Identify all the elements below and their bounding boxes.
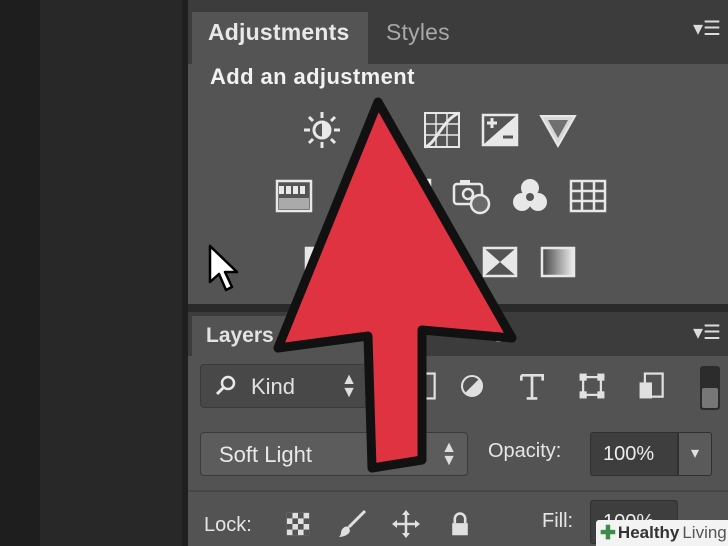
- add-adjustment-title: Add an adjustment: [210, 64, 415, 89]
- panel-separator: [188, 490, 728, 492]
- vibrance-icon[interactable]: [536, 108, 580, 152]
- opacity-input[interactable]: 100%: [590, 432, 678, 476]
- plus-icon: ✚: [600, 522, 616, 544]
- panel-menu-icon[interactable]: ▾☰: [690, 16, 724, 42]
- search-icon: [215, 375, 236, 396]
- opacity-dropdown-button[interactable]: ▾: [678, 432, 712, 476]
- watermark-brand-light: Living: [682, 523, 727, 542]
- smart-object-filter-icon[interactable]: [634, 368, 670, 404]
- watermark-brand-bold: Healthy: [617, 523, 680, 542]
- lock-all-icon[interactable]: [444, 508, 476, 540]
- lock-transparent-pixels-icon[interactable]: [282, 508, 314, 540]
- lock-image-pixels-icon[interactable]: [336, 508, 368, 540]
- tab-adjustments[interactable]: Adjustments: [192, 12, 368, 64]
- adjustments-tabbar: Adjustments Styles ▾☰: [188, 0, 728, 64]
- tab-styles[interactable]: Styles: [370, 12, 474, 64]
- gradient-map-icon[interactable]: [536, 240, 580, 284]
- lock-label: Lock:: [204, 514, 252, 536]
- watermark-logo: ✚ Healthy Living: [596, 520, 728, 546]
- mouse-cursor-icon: [208, 244, 239, 292]
- filter-toggle-switch[interactable]: [700, 366, 720, 410]
- fill-label: Fill:: [542, 510, 574, 532]
- red-pointer-arrow-icon: [273, 97, 517, 473]
- left-dark-strip: [0, 0, 40, 546]
- shape-layer-filter-icon[interactable]: [574, 368, 610, 404]
- color-lookup-icon[interactable]: [566, 174, 610, 218]
- lock-position-icon[interactable]: [390, 508, 422, 540]
- layers-panel-menu-icon[interactable]: ▾☰: [690, 320, 724, 346]
- canvas-area: [40, 0, 182, 546]
